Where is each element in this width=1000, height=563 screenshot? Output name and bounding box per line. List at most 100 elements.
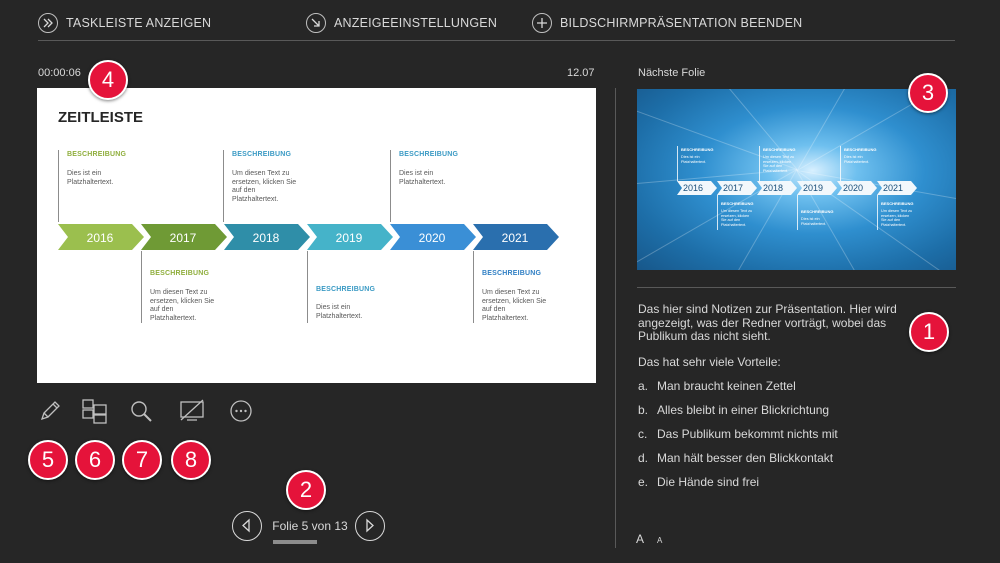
show-taskbar-button[interactable]: TASKLEISTE ANZEIGEN <box>38 12 211 34</box>
timeline-text: Dies ist ein Platzhaltertext. <box>681 155 707 164</box>
decrease-font-button[interactable]: A <box>657 536 662 545</box>
display-settings-button[interactable]: ANZEIGEEINSTELLUNGEN <box>306 12 497 34</box>
next-arrow-icon <box>366 518 374 533</box>
black-screen-icon[interactable] <box>179 398 205 424</box>
year-label: 2021 <box>882 183 904 193</box>
next-slide-button[interactable] <box>355 511 385 541</box>
list-marker: d. <box>638 451 649 465</box>
pen-icon[interactable] <box>37 398 63 424</box>
display-settings-icon <box>306 13 326 33</box>
presenter-toolbar: TASKLEISTE ANZEIGEN ANZEIGEEINSTELLUNGEN… <box>38 10 955 41</box>
year-label: 2021 <box>501 231 529 245</box>
slide-progress-bar <box>273 540 317 544</box>
timeline-connector <box>141 251 142 323</box>
timeline-text: Um diesen Text zu ersetzen, klicken Sie … <box>150 289 215 322</box>
timeline-connector <box>840 146 841 181</box>
annotation-badge: 6 <box>75 440 115 480</box>
annotation-badge: 3 <box>908 73 948 113</box>
list-text: Das Publikum bekommt nichts mit <box>657 427 838 441</box>
pane-divider[interactable] <box>615 88 616 548</box>
timeline-connector <box>877 195 878 230</box>
timeline-heading: BESCHREIBUNG <box>316 286 376 293</box>
increase-font-button[interactable]: A <box>636 532 644 546</box>
year-label: 2016 <box>682 183 704 193</box>
year-label: 2020 <box>842 183 864 193</box>
annotation-badge: 2 <box>286 470 326 510</box>
timeline-heading: BESCHREIBUNG <box>881 201 914 206</box>
next-slide-label: Nächste Folie <box>638 67 706 79</box>
timeline-text: Dies ist ein Platzhaltertext. <box>801 217 827 226</box>
list-marker: e. <box>638 475 649 489</box>
more-options-icon[interactable] <box>228 398 254 424</box>
next-slide-preview[interactable]: BESCHREIBUNG Dies ist ein Platzhaltertex… <box>637 89 956 270</box>
timeline-text: Dies ist ein Platzhaltertext. <box>844 155 870 164</box>
timeline-heading: BESCHREIBUNG <box>67 151 127 158</box>
timeline-text: Um diesen Text zu ersetzen, klicken Sie … <box>881 209 913 227</box>
notes-list-item: e. Die Hände sind frei <box>638 475 759 489</box>
clock: 12.07 <box>567 67 595 79</box>
list-text: Alles bleibt in einer Blickrichtung <box>657 403 830 417</box>
end-slideshow-button[interactable]: BILDSCHIRMPRÄSENTATION BEENDEN <box>532 12 802 34</box>
year-label: 2016 <box>86 231 114 245</box>
year-label: 2018 <box>762 183 784 193</box>
timeline-connector <box>58 150 59 222</box>
timeline-heading: BESCHREIBUNG <box>763 147 796 152</box>
previous-arrow-icon <box>242 518 250 533</box>
current-slide[interactable]: ZEITLEISTE BESCHREIBUNG Dies ist ein Pla… <box>37 88 596 383</box>
timeline-connector <box>307 251 308 323</box>
timeline-connector <box>677 146 678 181</box>
timeline-heading: BESCHREIBUNG <box>150 270 210 277</box>
elapsed-timer[interactable]: 00:00:06 <box>38 67 81 79</box>
timeline-text: Dies ist ein Platzhaltertext. <box>67 170 114 186</box>
annotation-badge: 8 <box>171 440 211 480</box>
list-text: Man hält besser den Blickkontakt <box>657 451 834 465</box>
display-settings-label: ANZEIGEEINSTELLUNGEN <box>334 16 498 30</box>
timeline-heading: BESCHREIBUNG <box>232 151 292 158</box>
previous-slide-button[interactable] <box>232 511 262 541</box>
taskbar-icon <box>38 13 58 33</box>
list-marker: c. <box>638 427 648 441</box>
annotation-badge: 4 <box>88 60 128 100</box>
timeline-heading: BESCHREIBUNG <box>844 147 877 152</box>
timeline-connector <box>390 150 391 222</box>
all-slides-icon[interactable] <box>81 398 107 424</box>
timeline-connector <box>759 146 760 181</box>
list-marker: b. <box>638 403 649 417</box>
notes-list-item: b. Alles bleibt in einer Blickrichtung <box>638 403 829 417</box>
year-label: 2017 <box>722 183 744 193</box>
annotation-badge: 5 <box>28 440 68 480</box>
timeline-text: Um diesen Text zu ersetzen, klicken Sie … <box>721 209 753 227</box>
timeline-connector <box>473 251 474 323</box>
list-text: Die Hände sind frei <box>657 475 760 489</box>
timeline-heading: BESCHREIBUNG <box>681 147 714 152</box>
notes-paragraph: Das hat sehr viele Vorteile: <box>638 355 781 369</box>
year-label: 2018 <box>252 231 280 245</box>
zoom-icon[interactable] <box>128 398 154 424</box>
notes-list-item: d. Man hält besser den Blickkontakt <box>638 451 833 465</box>
timeline-heading: BESCHREIBUNG <box>721 201 754 206</box>
annotation-badge: 7 <box>122 440 162 480</box>
slide-title: ZEITLEISTE <box>58 109 144 126</box>
annotation-badge: 1 <box>909 312 949 352</box>
end-show-icon <box>532 13 552 33</box>
timeline-heading: BESCHREIBUNG <box>399 151 459 158</box>
year-label: 2017 <box>169 231 197 245</box>
year-label: 2019 <box>335 231 363 245</box>
timeline-connector <box>797 195 798 230</box>
timeline-heading: BESCHREIBUNG <box>801 209 834 214</box>
list-text: Man braucht keinen Zettel <box>657 379 796 393</box>
timeline-text: Um diesen Text zu ersetzen, klicken Sie … <box>482 289 547 322</box>
notes-list-item: a. Man braucht keinen Zettel <box>638 379 796 393</box>
timeline-text: Dies ist ein Platzhaltertext. <box>399 170 446 186</box>
slide-counter[interactable]: Folie 5 von 13 <box>270 519 350 533</box>
timeline-connector <box>223 150 224 222</box>
speaker-notes[interactable]: Das hier sind Notizen zur Präsentation. … <box>638 302 938 344</box>
notes-divider <box>637 287 956 288</box>
show-taskbar-label: TASKLEISTE ANZEIGEN <box>66 16 212 30</box>
list-marker: a. <box>638 379 649 393</box>
timeline-text: Dies ist ein Platzhaltertext. <box>316 304 363 320</box>
notes-list-item: c. Das Publikum bekommt nichts mit <box>638 427 838 441</box>
year-label: 2019 <box>802 183 824 193</box>
timeline-connector <box>717 195 718 230</box>
timeline-heading: BESCHREIBUNG <box>482 270 542 277</box>
